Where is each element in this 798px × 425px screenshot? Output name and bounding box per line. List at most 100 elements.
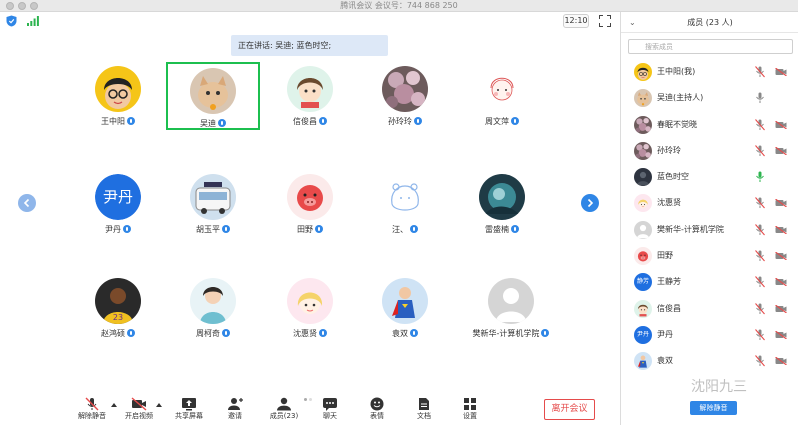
member-row[interactable]: 蓝色时空 (621, 164, 798, 190)
participant-tile[interactable]: 胡玉平 (166, 170, 260, 238)
participant-avatar (287, 278, 333, 324)
mic-status-icon (315, 225, 323, 233)
toolbar-button[interactable]: 文档 (401, 395, 447, 425)
mic-muted-icon[interactable] (755, 223, 765, 236)
member-row[interactable]: 王中阳(我) (621, 59, 798, 85)
member-avatar (634, 352, 652, 371)
mic-muted-icon[interactable] (755, 197, 765, 209)
camera-off-icon (131, 397, 147, 411)
member-avatar: 静芳 (634, 273, 652, 292)
camera-off-icon[interactable] (775, 199, 787, 208)
toolbar-button[interactable]: 聊天 (307, 395, 353, 425)
mic-muted-icon[interactable] (755, 118, 765, 131)
participant-tile[interactable]: 周柯奇 (166, 274, 260, 342)
camera-off-icon[interactable] (775, 330, 787, 339)
member-row[interactable]: 袁双 (621, 348, 798, 374)
toolbar-button[interactable]: 解除静音 (69, 395, 115, 425)
participant-tile[interactable]: 信俊昌 (263, 62, 357, 130)
toolbar-button[interactable]: 成员(23) (261, 395, 307, 425)
flowers-photo-avatar (634, 115, 652, 134)
mic-status-icon (319, 329, 327, 337)
participant-tile[interactable]: 沈惠贤 (263, 274, 357, 342)
camera-off-icon[interactable] (775, 278, 787, 287)
toolbar-button[interactable]: 表情 (354, 395, 400, 425)
participant-tile[interactable]: 袁双 (358, 274, 452, 342)
mic-muted-icon[interactable] (755, 145, 765, 157)
participant-tile[interactable]: 周文萍 (455, 62, 549, 130)
video-options-caret[interactable] (156, 403, 162, 407)
camera-off-icon[interactable] (775, 357, 787, 366)
member-row[interactable]: 沈惠贤 (621, 190, 798, 216)
participant-tile[interactable]: 吴迪 (166, 62, 260, 130)
mic-icon[interactable] (755, 171, 765, 183)
member-avatar (634, 247, 652, 266)
participant-name-row: 周柯奇 (166, 329, 260, 339)
cartoon-girl-avatar (287, 66, 333, 112)
toolbar-button[interactable]: 邀请 (212, 395, 258, 425)
superman-photo-avatar (382, 278, 428, 324)
participant-avatar (287, 174, 333, 220)
mic-icon[interactable] (755, 92, 765, 104)
member-name: 吴迪(主持人) (657, 93, 704, 103)
participant-tile[interactable]: 田野 (263, 170, 357, 238)
participant-tile[interactable]: 汪、 (358, 170, 452, 238)
participant-tile[interactable]: 雷盛楠 (455, 170, 549, 238)
member-avatar (634, 194, 652, 213)
camera-off-icon[interactable] (775, 252, 787, 261)
chat-icon (323, 398, 337, 411)
member-row[interactable]: 孙玲玲 (621, 138, 798, 164)
mic-muted-icon[interactable] (755, 276, 765, 288)
mic-muted-icon[interactable] (755, 250, 765, 262)
camera-off-icon[interactable] (775, 225, 787, 234)
member-row[interactable]: 樊新华-计算机学院 (621, 217, 798, 243)
member-name: 春眠不觉晓 (657, 119, 697, 129)
member-row[interactable]: 静芳 王静芳 (621, 269, 798, 295)
member-row[interactable]: 尹丹 尹丹 (621, 322, 798, 348)
participant-avatar (479, 174, 525, 220)
member-avatar: 尹丹 (634, 325, 652, 344)
next-page-button[interactable] (581, 194, 599, 212)
participant-tile[interactable]: 孙玲玲 (358, 62, 452, 130)
cartoon-glasses-avatar (95, 66, 141, 112)
participant-tile[interactable]: 23 赵鸿硕 (71, 274, 165, 342)
toolbar-button[interactable]: 开启视频 (116, 395, 162, 425)
member-name: 田野 (657, 251, 673, 261)
member-search-input[interactable] (628, 39, 793, 54)
toolbar-button[interactable]: 设置 (447, 395, 493, 425)
mic-muted-icon[interactable] (755, 329, 765, 341)
camera-off-icon[interactable] (775, 68, 787, 76)
window-title: 腾讯会议 会议号：744 868 250 (340, 1, 458, 10)
participant-avatar (382, 174, 428, 220)
shield-icon[interactable] (6, 15, 17, 27)
member-row[interactable]: 田野 (621, 243, 798, 269)
superman-photo-avatar (634, 352, 652, 371)
leave-meeting-button[interactable]: 离开会议 (544, 399, 595, 420)
emoji-icon (370, 397, 384, 411)
participant-tile[interactable]: 王中阳 (71, 62, 165, 130)
camera-off-icon[interactable] (775, 120, 787, 129)
member-row[interactable]: 信俊昌 (621, 296, 798, 322)
network-signal-icon[interactable] (27, 16, 39, 26)
member-list: 王中阳(我) 吴迪(主持人) 春眠不觉晓孙玲玲 蓝色时空 沈惠贤 樊新华-计算机学院田野静… (621, 59, 798, 375)
unmute-all-button[interactable]: 解除静音 (690, 401, 737, 415)
mic-muted-icon[interactable] (755, 66, 765, 78)
toolbar-button[interactable]: 共享屏幕 (166, 395, 212, 425)
participant-tile[interactable]: 樊新华-计算机学院 (464, 274, 558, 342)
participant-name: 樊新华-计算机学院 (472, 329, 540, 338)
red-pig-avatar (287, 174, 333, 220)
mic-muted-icon[interactable] (755, 355, 765, 367)
participant-avatar (190, 278, 236, 324)
member-row[interactable]: 春眠不觉晓 (621, 112, 798, 138)
camera-off-icon[interactable] (775, 304, 787, 313)
bottom-toolbar: 解除静音 开启视频 共享屏幕 邀请 成员(23) 聊天 表情 文档 设置 离开会议 (0, 395, 620, 425)
participant-tile[interactable]: 尹丹 尹丹 (71, 170, 165, 238)
participant-name-row: 周文萍 (455, 117, 549, 127)
participant-name-row: 汪、 (358, 225, 452, 235)
participant-name-row: 孙玲玲 (358, 117, 452, 127)
member-row[interactable]: 吴迪(主持人) (621, 85, 798, 111)
camera-off-icon[interactable] (775, 146, 787, 155)
mic-muted-icon[interactable] (755, 302, 765, 315)
fullscreen-icon[interactable] (599, 15, 611, 27)
audio-options-caret[interactable] (111, 403, 117, 407)
previous-page-button[interactable] (18, 194, 36, 212)
